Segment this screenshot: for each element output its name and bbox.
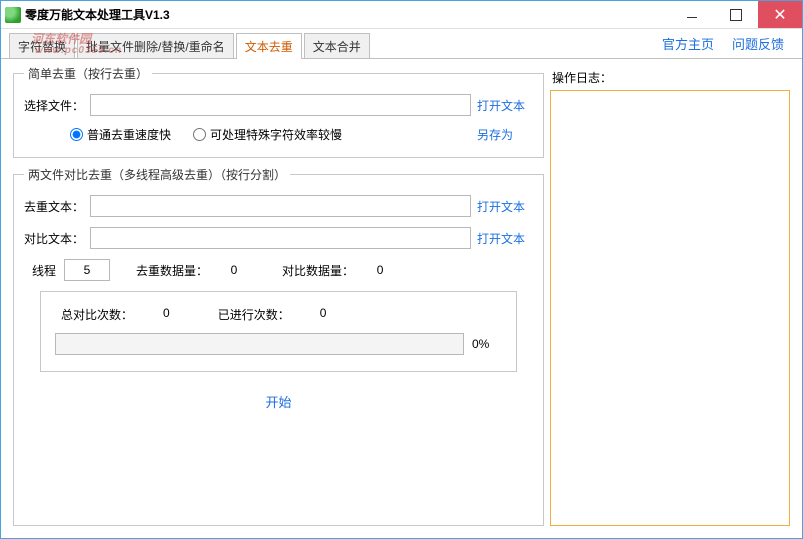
total-compare-label: 总对比次数： — [61, 306, 133, 323]
tabs: 字符替换 批量文件删除/替换/重命名 文本去重 文本合并 官方主页 问题反馈 — [1, 29, 802, 59]
radio-slow[interactable]: 可处理特殊字符效率较慢 — [193, 126, 342, 143]
thread-input[interactable] — [64, 259, 110, 281]
radio-fast-input[interactable] — [70, 128, 83, 141]
log-label: 操作日志： — [552, 69, 790, 86]
tab-char-replace[interactable]: 字符替换 — [9, 33, 75, 58]
radio-fast[interactable]: 普通去重速度快 — [70, 126, 171, 143]
tab-text-merge[interactable]: 文本合并 — [304, 33, 370, 58]
log-textarea[interactable] — [550, 90, 790, 526]
dedup-count-label: 去重数据量： — [136, 262, 208, 279]
done-count-value: 0 — [320, 306, 327, 323]
compare-dedup-group: 两文件对比去重（多线程高级去重）（按行分割） 去重文本： 打开文本 对比文本： … — [13, 166, 544, 526]
titlebar: 零度万能文本处理工具V1.3 ✕ — [1, 1, 802, 29]
progress-percent: 0% — [472, 337, 502, 351]
tab-text-dedup[interactable]: 文本去重 — [236, 33, 302, 58]
compare-text-label: 对比文本： — [24, 230, 84, 247]
save-as-button[interactable]: 另存为 — [477, 126, 533, 143]
app-icon — [5, 7, 21, 23]
compare-dedup-legend: 两文件对比去重（多线程高级去重）（按行分割） — [24, 166, 290, 183]
close-button[interactable]: ✕ — [758, 1, 802, 28]
start-button[interactable]: 开始 — [243, 386, 313, 417]
total-compare-value: 0 — [163, 306, 170, 323]
compare-count-label: 对比数据量： — [282, 262, 354, 279]
thread-label: 线程 — [24, 262, 56, 279]
dedup-text-label: 去重文本： — [24, 198, 84, 215]
radio-slow-input[interactable] — [193, 128, 206, 141]
select-file-input[interactable] — [90, 94, 471, 116]
dedup-text-input[interactable] — [90, 195, 471, 217]
compare-text-input[interactable] — [90, 227, 471, 249]
home-link[interactable]: 官方主页 — [662, 34, 714, 53]
minimize-button[interactable] — [670, 1, 714, 28]
window-title: 零度万能文本处理工具V1.3 — [25, 6, 170, 23]
simple-dedup-group: 简单去重（按行去重） 选择文件： 打开文本 普通去重速度快 可处理特 — [13, 65, 544, 158]
maximize-button[interactable] — [714, 1, 758, 28]
dedup-count-value: 0 — [212, 263, 256, 277]
open-text-button-3[interactable]: 打开文本 — [477, 230, 533, 247]
simple-dedup-legend: 简单去重（按行去重） — [24, 65, 152, 82]
open-text-button-2[interactable]: 打开文本 — [477, 198, 533, 215]
progress-bar — [55, 333, 464, 355]
open-text-button-1[interactable]: 打开文本 — [477, 97, 533, 114]
select-file-label: 选择文件： — [24, 97, 84, 114]
tab-batch-file[interactable]: 批量文件删除/替换/重命名 — [77, 33, 234, 58]
feedback-link[interactable]: 问题反馈 — [732, 34, 784, 53]
progress-box: 总对比次数： 0 已进行次数： 0 0% — [40, 291, 517, 372]
compare-count-value: 0 — [358, 263, 402, 277]
done-count-label: 已进行次数： — [218, 306, 290, 323]
